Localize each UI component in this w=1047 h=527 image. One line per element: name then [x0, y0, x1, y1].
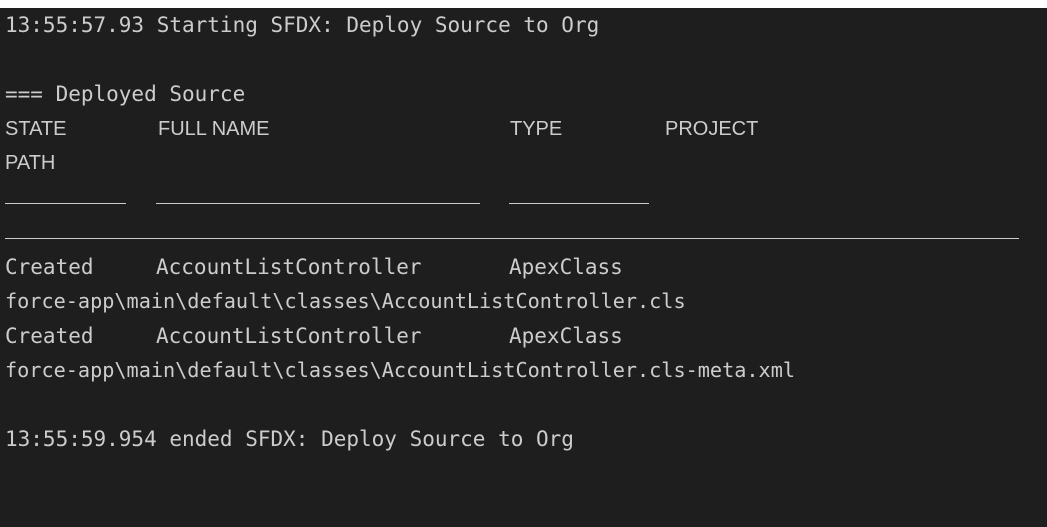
row-full-name: AccountListController: [156, 254, 422, 279]
column-header-type: TYPE: [510, 117, 563, 140]
column-header-full-name: FULL NAME: [158, 117, 270, 140]
deploy-start-line: 13:55:57.93 Starting SFDX: Deploy Source…: [5, 13, 600, 37]
row-state: Created: [5, 254, 94, 279]
type-underline: [509, 203, 649, 204]
row-type: ApexClass: [509, 323, 623, 348]
column-header-row: STATE FULL NAME TYPE PROJECT: [5, 112, 1047, 147]
column-underlines: [5, 181, 1047, 216]
column-header-project: PROJECT: [665, 117, 759, 140]
state-underline: [5, 203, 126, 204]
column-header-path-row: PATH: [5, 146, 1047, 181]
window-edge: [0, 0, 1047, 8]
table-row: Created AccountListController ApexClass: [5, 250, 1047, 285]
row-path: force-app\main\default\classes\AccountLi…: [5, 289, 686, 313]
table-row: Created AccountListController ApexClass: [5, 319, 1047, 354]
row-type: ApexClass: [509, 254, 623, 279]
path-underline: [5, 215, 1047, 250]
column-header-path: PATH: [5, 152, 56, 174]
deploy-end-line: 13:55:59.954 ended SFDX: Deploy Source t…: [5, 427, 574, 451]
path-underline-rule: [5, 237, 1019, 239]
section-header: === Deployed Source: [5, 82, 246, 106]
row-path: force-app\main\default\classes\AccountLi…: [5, 358, 796, 382]
row-full-name: AccountListController: [156, 323, 422, 348]
column-header-state: STATE: [5, 117, 67, 140]
full-name-underline: [156, 203, 480, 204]
row-state: Created: [5, 323, 94, 348]
output-terminal[interactable]: 13:55:57.93 Starting SFDX: Deploy Source…: [0, 8, 1047, 527]
